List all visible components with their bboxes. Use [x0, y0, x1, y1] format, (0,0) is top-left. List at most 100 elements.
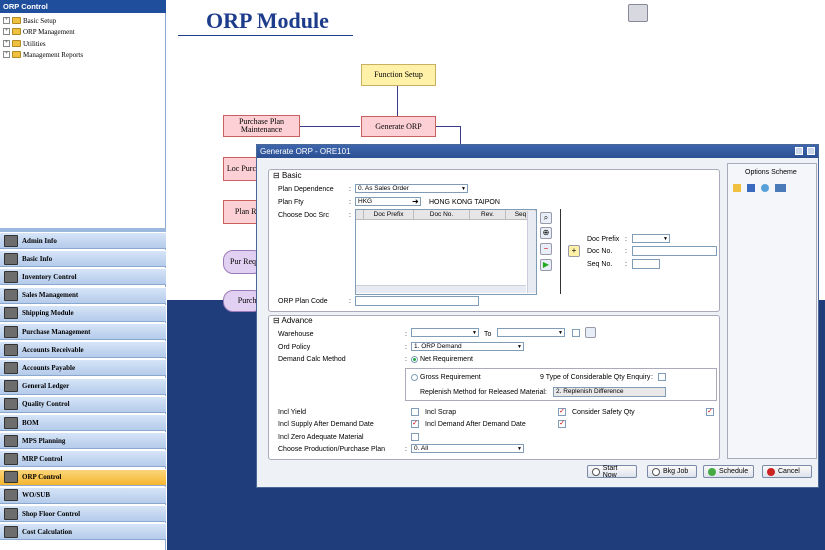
function-setup-box[interactable]: Function Setup [361, 64, 436, 86]
incl-yield-checkbox[interactable] [411, 408, 419, 416]
bkg-job-icon [652, 467, 660, 476]
nav-item[interactable]: BOM [0, 414, 166, 431]
module-icon [4, 252, 18, 265]
type-enquiry-checkbox[interactable] [658, 373, 666, 381]
tree-node-management-reports[interactable]: + Management Reports [3, 49, 83, 60]
plan-dependence-select[interactable]: 0. As Sales Order [355, 184, 468, 193]
incl-scrap-checkbox[interactable]: ✓ [558, 408, 566, 416]
module-icon [4, 471, 18, 484]
gross-requirement-radio[interactable] [411, 374, 418, 381]
doc-no-input[interactable] [632, 246, 717, 256]
bkg-job-button[interactable]: Bkg Job [647, 465, 697, 478]
nav-item-label: Quality Control [22, 400, 70, 409]
tree-node-orp-management[interactable]: + ORP Management [3, 26, 75, 37]
warehouse-from-select[interactable] [411, 328, 479, 337]
nav-item[interactable]: MPS Planning [0, 432, 166, 450]
left-panel: ORP Control + Basic Setup + ORP Management… [0, 0, 166, 550]
grid-hscrollbar[interactable] [356, 285, 526, 293]
module-icon [4, 289, 18, 302]
nav-item[interactable]: Accounts Receivable [0, 341, 166, 359]
dialog-title: Generate ORP - ORE101 [257, 145, 818, 158]
ord-policy-label: Ord Policy [278, 344, 311, 351]
doc-prefix-select[interactable] [632, 234, 670, 243]
gross-requirement-label: Gross Requirement [420, 374, 481, 381]
seq-no-input[interactable] [632, 259, 660, 269]
grid-vscrollbar[interactable] [527, 211, 536, 293]
printer-icon[interactable] [628, 4, 648, 22]
grid-col-doc-prefix: Doc Prefix [364, 210, 414, 220]
incl-supply-after-label: Incl Supply After Demand Date [278, 421, 374, 428]
plan-fty-label: Plan Fty [278, 199, 304, 206]
orp-plan-code-label: ORP Plan Code [278, 298, 328, 305]
page-title: ORP Module [206, 8, 329, 33]
add-icon[interactable]: + [568, 245, 580, 257]
tree-node-utilities[interactable]: + Utilities [3, 38, 46, 49]
run-icon[interactable]: ▶ [540, 259, 552, 271]
tree-node-basic-setup[interactable]: + Basic Setup [3, 15, 56, 26]
consider-safety-label: Consider Safety Qty [572, 409, 635, 416]
flow-line [300, 126, 360, 127]
nav-item[interactable]: General Ledger [0, 377, 166, 395]
nav-item-label: General Ledger [22, 382, 70, 391]
consider-safety-checkbox[interactable]: ✓ [706, 408, 714, 416]
incl-zero-checkbox[interactable] [411, 433, 419, 441]
choose-prod-select[interactable]: 0. All [411, 444, 524, 453]
grid-icon[interactable] [585, 327, 596, 338]
remove-icon[interactable]: − [540, 243, 552, 255]
nav-item[interactable]: Quality Control [0, 395, 166, 413]
nav-item[interactable]: MRP Control [0, 450, 166, 468]
incl-demand-after-label: Incl Demand After Demand Date [425, 421, 526, 428]
orp-plan-code-input[interactable] [355, 296, 479, 306]
open-folder-icon[interactable] [733, 184, 741, 192]
nav-item[interactable]: Inventory Control [0, 268, 166, 286]
nav-item[interactable]: Cost Calculation [0, 523, 166, 541]
folder-icon [12, 51, 21, 58]
colon: : [651, 374, 653, 381]
flow-line [397, 86, 398, 116]
search-icon[interactable]: ⌕ [540, 212, 552, 224]
generate-orp-box[interactable]: Generate ORP [361, 116, 436, 137]
net-requirement-radio[interactable] [411, 356, 418, 363]
expand-icon[interactable]: + [3, 28, 10, 35]
nav-item[interactable]: Purchase Management [0, 323, 166, 340]
warehouse-to-select[interactable] [497, 328, 565, 337]
folder-icon [12, 28, 21, 35]
incl-supply-after-checkbox[interactable]: ✓ [411, 420, 419, 428]
nav-item[interactable]: Sales Management [0, 286, 166, 304]
zoom-icon[interactable]: ⊕ [540, 227, 552, 239]
expand-icon[interactable]: + [3, 40, 10, 47]
save-icon[interactable] [747, 184, 755, 192]
options-scheme-label: Options Scheme [745, 169, 797, 176]
warehouse-checkbox[interactable] [572, 329, 580, 337]
module-icon [4, 307, 18, 320]
purchase-plan-box[interactable]: Purchase Plan Maintenance [223, 115, 300, 137]
nav-item[interactable]: WO/SUB [0, 486, 166, 504]
warehouse-label: Warehouse [278, 331, 314, 338]
close-icon[interactable] [807, 147, 815, 155]
schedule-button[interactable]: Schedule [703, 465, 754, 478]
lookup-arrow-icon[interactable]: ➜ [412, 197, 419, 206]
doc-source-grid[interactable]: Doc Prefix Doc No. Rev. Seq [355, 209, 537, 295]
replenish-field: 2. Replenish Difference [553, 387, 666, 397]
expand-icon[interactable]: + [3, 17, 10, 24]
module-icon [4, 361, 18, 374]
incl-yield-label: Incl Yield [278, 409, 307, 416]
module-icon [4, 434, 18, 447]
layout-icon[interactable] [775, 184, 786, 192]
ord-policy-select[interactable]: 1. ORP Demand [411, 342, 524, 351]
nav-item-label: MPS Planning [22, 436, 66, 445]
nav-item[interactable]: Shipping Module [0, 304, 166, 322]
minimize-icon[interactable] [795, 147, 803, 155]
cancel-button[interactable]: Cancel [762, 465, 812, 478]
nav-item[interactable]: ORP Control [0, 468, 166, 486]
start-now-button[interactable]: Start Now [587, 465, 637, 479]
colon: : [349, 212, 351, 219]
module-icon [4, 270, 18, 283]
expand-icon[interactable]: + [3, 51, 10, 58]
nav-item[interactable]: Shop Floor Control [0, 505, 166, 522]
incl-demand-after-checkbox[interactable]: ✓ [558, 420, 566, 428]
refresh-icon[interactable] [761, 184, 769, 192]
nav-item[interactable]: Accounts Payable [0, 359, 166, 377]
nav-item[interactable]: Admin Info [0, 232, 166, 249]
nav-item[interactable]: Basic Info [0, 250, 166, 268]
